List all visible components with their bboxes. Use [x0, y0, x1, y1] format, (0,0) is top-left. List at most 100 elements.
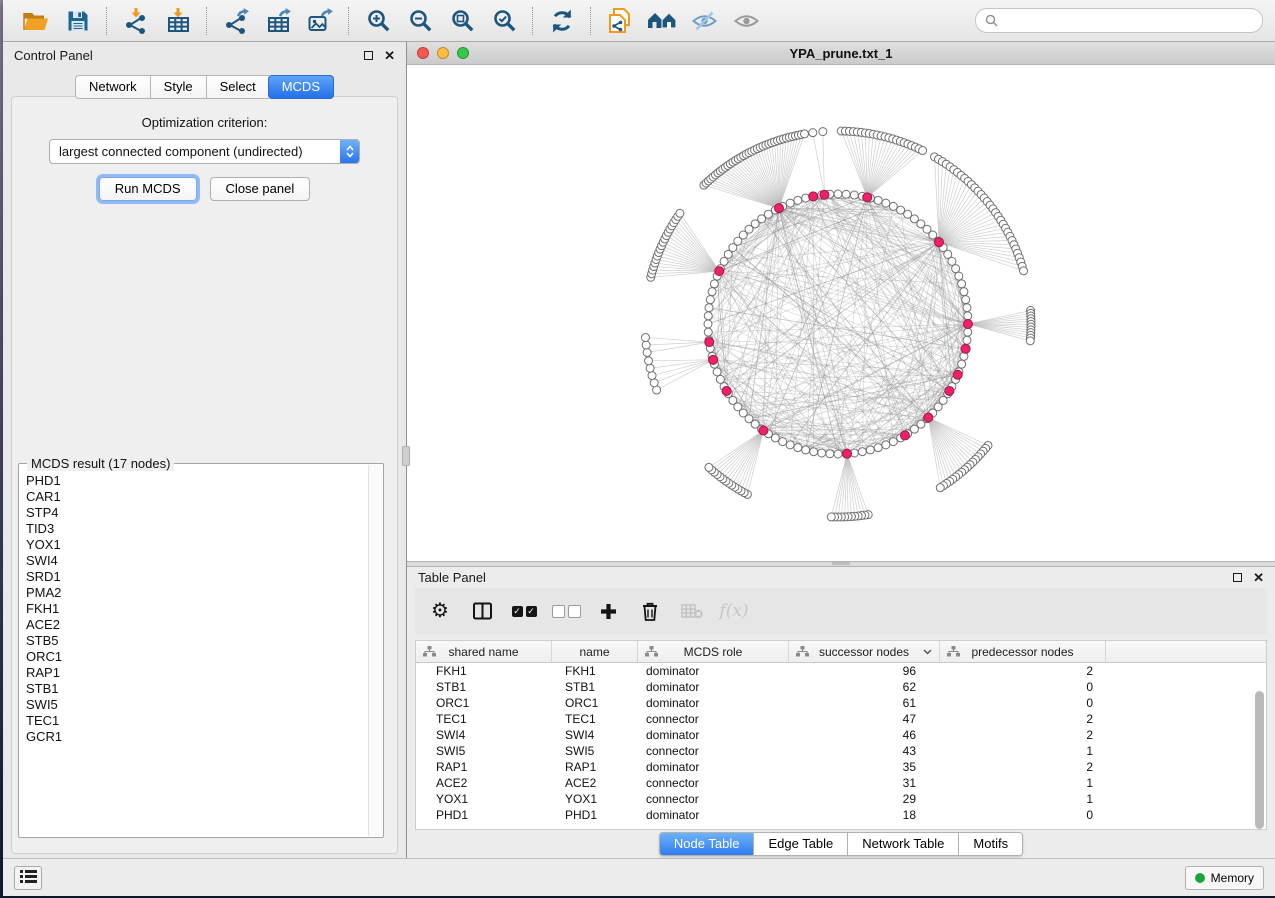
- cell-successor-nodes[interactable]: 46: [786, 728, 936, 742]
- cell-mcds-role[interactable]: connector: [636, 792, 786, 806]
- table-scrollbar[interactable]: [1254, 665, 1264, 826]
- cell-name[interactable]: STB1: [551, 680, 636, 694]
- first-neighbors-button[interactable]: [641, 4, 683, 38]
- cell-mcds-role[interactable]: connector: [636, 744, 786, 758]
- mcds-result-item[interactable]: STB5: [20, 633, 369, 649]
- hide-selected-button[interactable]: [683, 4, 725, 38]
- close-panel-button[interactable]: Close panel: [210, 177, 311, 201]
- cell-shared-name[interactable]: YOX1: [416, 792, 551, 806]
- minimize-window-icon[interactable]: [437, 47, 449, 59]
- cell-predecessor-nodes[interactable]: 2: [936, 728, 1101, 742]
- cell-name[interactable]: TEC1: [551, 712, 636, 726]
- settings-button[interactable]: ⚙: [423, 595, 457, 627]
- cell-predecessor-nodes[interactable]: 2: [936, 712, 1101, 726]
- table-row[interactable]: FKH1FKH1dominator962: [416, 663, 1266, 679]
- cell-predecessor-nodes[interactable]: 0: [936, 680, 1101, 694]
- cell-predecessor-nodes[interactable]: 1: [936, 744, 1101, 758]
- tab-node-table[interactable]: Node Table: [660, 833, 755, 855]
- float-panel-icon[interactable]: [364, 51, 373, 60]
- table-row[interactable]: YOX1YOX1connector291: [416, 791, 1266, 807]
- cell-predecessor-nodes[interactable]: 1: [936, 792, 1101, 806]
- mcds-result-item[interactable]: STP4: [20, 505, 369, 521]
- network-canvas[interactable]: [407, 65, 1275, 561]
- tab-network[interactable]: Network: [75, 75, 150, 99]
- refresh-view-button[interactable]: [541, 4, 583, 38]
- mcds-result-item[interactable]: CAR1: [20, 489, 369, 505]
- cell-predecessor-nodes[interactable]: 0: [936, 696, 1101, 710]
- float-table-panel-icon[interactable]: [1233, 573, 1242, 582]
- cell-successor-nodes[interactable]: 47: [786, 712, 936, 726]
- mcds-result-item[interactable]: SWI4: [20, 553, 369, 569]
- cell-successor-nodes[interactable]: 61: [786, 696, 936, 710]
- table-row[interactable]: SWI5SWI5connector431: [416, 743, 1266, 759]
- mcds-result-item[interactable]: PHD1: [20, 473, 369, 489]
- table-row[interactable]: SWI4SWI4dominator462: [416, 727, 1266, 743]
- open-file-button[interactable]: [15, 4, 57, 38]
- cell-successor-nodes[interactable]: 29: [786, 792, 936, 806]
- cell-predecessor-nodes[interactable]: 2: [936, 664, 1101, 678]
- cell-name[interactable]: YOX1: [551, 792, 636, 806]
- cell-mcds-role[interactable]: dominator: [636, 680, 786, 694]
- close-panel-icon[interactable]: ✕: [384, 49, 395, 62]
- horizontal-splitter[interactable]: [407, 561, 1275, 567]
- delete-column-button[interactable]: [633, 595, 667, 627]
- mcds-result-item[interactable]: STB1: [20, 681, 369, 697]
- tab-mcds[interactable]: MCDS: [268, 75, 334, 99]
- cell-shared-name[interactable]: SWI4: [416, 728, 551, 742]
- cell-predecessor-nodes[interactable]: 2: [936, 760, 1101, 774]
- cell-shared-name[interactable]: SWI5: [416, 744, 551, 758]
- export-image-button[interactable]: [299, 4, 341, 38]
- table-row[interactable]: STB1STB1dominator620: [416, 679, 1266, 695]
- cell-name[interactable]: PHD1: [551, 808, 636, 822]
- cell-successor-nodes[interactable]: 31: [786, 776, 936, 790]
- table-row[interactable]: RAP1RAP1dominator352: [416, 759, 1266, 775]
- cell-predecessor-nodes[interactable]: 1: [936, 776, 1101, 790]
- search-input[interactable]: [1004, 13, 1253, 29]
- column-header-shared-name[interactable]: shared name: [416, 641, 552, 662]
- cell-shared-name[interactable]: ORC1: [416, 696, 551, 710]
- mcds-result-item[interactable]: SWI5: [20, 697, 369, 713]
- task-history-button[interactable]: [14, 866, 42, 890]
- table-scrollbar-thumb[interactable]: [1255, 691, 1264, 829]
- cell-name[interactable]: FKH1: [551, 664, 636, 678]
- zoom-selected-button[interactable]: [483, 4, 525, 38]
- table-row[interactable]: ACE2ACE2connector311: [416, 775, 1266, 791]
- mcds-result-item[interactable]: ACE2: [20, 617, 369, 633]
- cell-name[interactable]: RAP1: [551, 760, 636, 774]
- mcds-result-item[interactable]: TEC1: [20, 713, 369, 729]
- search-box[interactable]: [975, 8, 1263, 33]
- mcds-result-item[interactable]: TID3: [20, 521, 369, 537]
- cell-mcds-role[interactable]: dominator: [636, 696, 786, 710]
- column-header-mcds-role[interactable]: MCDS role: [638, 641, 789, 662]
- cell-shared-name[interactable]: FKH1: [416, 664, 551, 678]
- select-all-rows-button[interactable]: ✓✓: [507, 595, 541, 627]
- zoom-in-button[interactable]: [357, 4, 399, 38]
- cell-successor-nodes[interactable]: 96: [786, 664, 936, 678]
- cell-shared-name[interactable]: ACE2: [416, 776, 551, 790]
- run-mcds-button[interactable]: Run MCDS: [99, 177, 197, 201]
- show-all-button[interactable]: [725, 4, 767, 38]
- column-header-successor-nodes[interactable]: successor nodes: [789, 641, 940, 662]
- cell-successor-nodes[interactable]: 18: [786, 808, 936, 822]
- deselect-all-rows-button[interactable]: [549, 595, 583, 627]
- tab-network-table[interactable]: Network Table: [848, 833, 959, 855]
- mcds-result-item[interactable]: GCR1: [20, 729, 369, 745]
- mcds-result-list[interactable]: PHD1CAR1STP4TID3YOX1SWI4SRD1PMA2FKH1ACE2…: [20, 473, 369, 836]
- clone-network-button[interactable]: [599, 4, 641, 38]
- tab-motifs[interactable]: Motifs: [959, 833, 1022, 855]
- tab-edge-table[interactable]: Edge Table: [754, 833, 848, 855]
- save-session-button[interactable]: [57, 4, 99, 38]
- table-row[interactable]: TEC1TEC1connector472: [416, 711, 1266, 727]
- zoom-fit-button[interactable]: [441, 4, 483, 38]
- optimization-criterion-select[interactable]: largest connected component (undirected): [49, 139, 360, 164]
- vertical-splitter-handle[interactable]: [402, 446, 410, 466]
- export-table-button[interactable]: [257, 4, 299, 38]
- export-network-button[interactable]: [215, 4, 257, 38]
- cell-mcds-role[interactable]: connector: [636, 776, 786, 790]
- zoom-out-button[interactable]: [399, 4, 441, 38]
- memory-button[interactable]: Memory: [1185, 866, 1264, 890]
- cell-predecessor-nodes[interactable]: 0: [936, 808, 1101, 822]
- column-header-predecessor-nodes[interactable]: predecessor nodes: [940, 641, 1106, 662]
- cell-successor-nodes[interactable]: 43: [786, 744, 936, 758]
- maximize-window-icon[interactable]: [457, 47, 469, 59]
